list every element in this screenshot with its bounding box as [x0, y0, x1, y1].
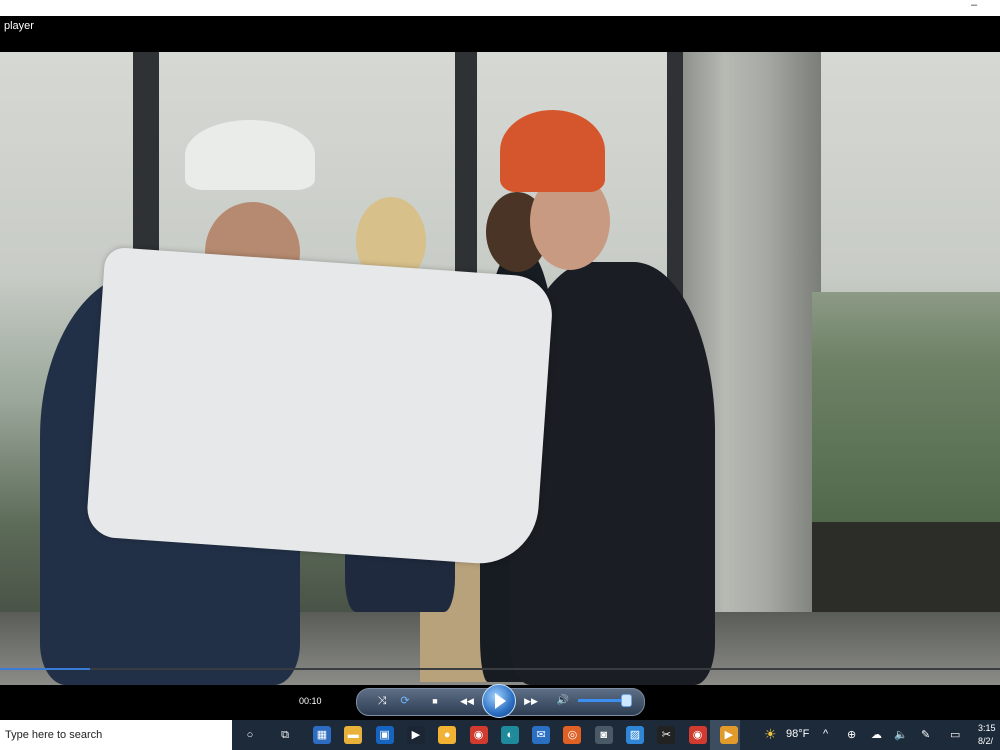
window-top-strip: – [0, 0, 1000, 16]
video-editor-app-icon[interactable]: ▶ [406, 726, 425, 744]
shuffle-icon[interactable]: ⤨ [374, 688, 390, 714]
title-bar: player [0, 16, 1000, 52]
play-icon [495, 693, 506, 709]
chrome2-app-icon[interactable]: ◉ [688, 726, 707, 744]
notification-icon[interactable]: ▭ [950, 728, 960, 741]
speaker-icon[interactable]: 🔈 [894, 728, 908, 741]
window-sill [812, 522, 1000, 612]
temperature[interactable]: 98°F [786, 728, 809, 740]
seek-bar[interactable] [0, 668, 1000, 670]
taskbar-clock[interactable]: 3:15 8/2/ [978, 722, 996, 748]
clock-date: 8/2/ [978, 736, 994, 746]
onedrive-icon[interactable]: ☁ [871, 728, 882, 741]
taskbar-search-box[interactable]: Type here to search [0, 720, 232, 750]
previous-button[interactable]: ◀◀ [454, 688, 480, 714]
record-app-icon[interactable]: ◎ [563, 726, 582, 744]
repeat-icon[interactable]: ⟳ [396, 688, 414, 714]
edge-app-icon[interactable]: ◐ [500, 726, 519, 744]
tray-icon-1[interactable]: ⊕ [847, 728, 856, 741]
white-hard-hat [185, 120, 315, 190]
trees-background [812, 292, 1000, 522]
window-title: player [4, 20, 34, 32]
task-view-icon[interactable]: ⧉ [276, 726, 294, 744]
color-app-icon[interactable]: ● [438, 726, 457, 744]
mail-app-icon[interactable]: ✉ [532, 726, 551, 744]
orange-hard-hat [500, 110, 605, 192]
blueprint-paper [85, 246, 555, 568]
snip-app-icon[interactable]: ✂ [657, 726, 676, 744]
video-frame[interactable] [0, 52, 1000, 685]
cortana-icon[interactable]: ○ [241, 726, 259, 744]
play-button[interactable] [482, 684, 516, 718]
camera-app-icon[interactable]: ◙ [594, 726, 613, 744]
file-explorer-app-icon[interactable]: ▬ [344, 726, 363, 744]
photos-app-icon[interactable]: ▨ [626, 726, 644, 744]
volume-icon[interactable]: 🔊 [555, 688, 571, 714]
calculator-app-icon[interactable]: ▦ [313, 726, 331, 744]
clock-time: 3:15 [978, 723, 996, 733]
next-button[interactable]: ▶▶ [518, 688, 544, 714]
volume-slider-handle[interactable] [620, 694, 632, 707]
seek-bar-fill [0, 668, 90, 670]
stop-button[interactable]: ■ [428, 688, 442, 714]
playback-controls: 00:10 ⤨ ⟳ ■ ◀◀ ▶▶ 🔊 [0, 684, 1000, 720]
minimize-button[interactable]: – [968, 0, 980, 14]
store-app-icon[interactable]: ▣ [375, 726, 394, 744]
search-placeholder: Type here to search [5, 729, 103, 741]
chrome-app-icon[interactable]: ◉ [469, 726, 488, 744]
media-player-app-icon[interactable]: ▶ [719, 726, 738, 744]
pen-icon[interactable]: ✎ [921, 728, 930, 741]
weather-icon[interactable]: ☀ [764, 726, 777, 743]
show-hidden-icons-chevron-icon[interactable]: ^ [823, 728, 828, 740]
volume-slider-fill [578, 699, 626, 702]
taskbar: Type here to search ○ ⧉ ▦ ▬ ▣ ▶ ● ◉ ◐ ✉ ◎ ◙ ▨ ✂ ◉ ▶ ☀… [0, 720, 1000, 750]
elapsed-time: 00:10 [299, 696, 322, 706]
